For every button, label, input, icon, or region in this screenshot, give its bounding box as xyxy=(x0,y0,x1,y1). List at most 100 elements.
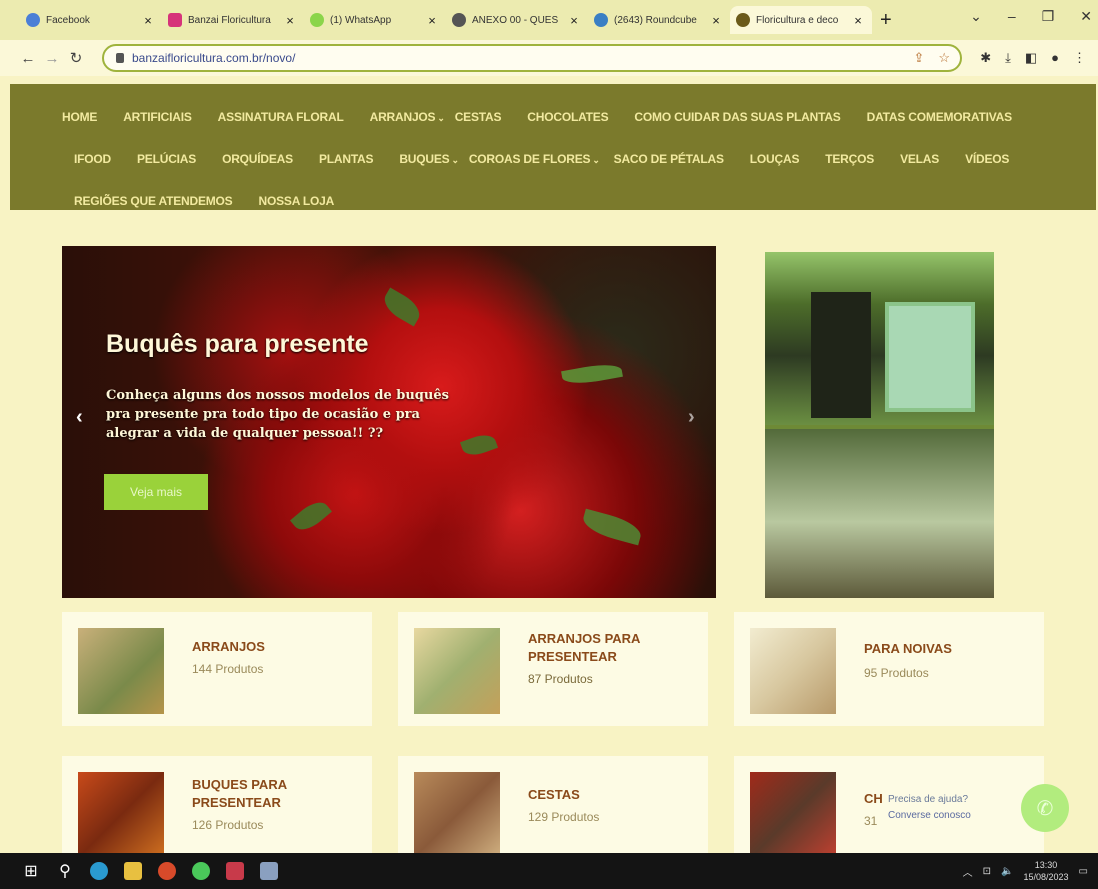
category-count: 87 Produtos xyxy=(528,672,593,686)
menu-item-ifood[interactable]: IFOOD xyxy=(74,152,111,166)
category-image[interactable] xyxy=(414,772,500,858)
help-widget[interactable]: Precisa de ajuda? Converse conosco xyxy=(888,792,971,824)
menu-item-como-cuidar[interactable]: COMO CUIDAR DAS SUAS PLANTAS xyxy=(634,110,840,124)
close-tab-icon[interactable]: × xyxy=(708,13,724,28)
menu-item-regioes[interactable]: REGIÕES QUE ATENDEMOS xyxy=(74,194,233,208)
browser-tab[interactable]: ANEXO 00 - QUES × xyxy=(446,6,588,34)
help-action[interactable]: Converse conosco xyxy=(888,808,971,824)
instagram-favicon-icon xyxy=(168,13,182,27)
category-image[interactable] xyxy=(750,772,836,858)
slider-prev-arrow[interactable]: ‹ xyxy=(76,406,83,429)
edge-icon[interactable] xyxy=(82,853,116,889)
facebook-favicon-icon xyxy=(26,13,40,27)
lock-icon[interactable] xyxy=(116,53,124,63)
sidebar-icon[interactable]: ◧ xyxy=(1025,50,1037,66)
menu-item-saco-de-petalas[interactable]: SACO DE PÉTALAS xyxy=(614,152,724,166)
notifications-icon[interactable]: ▭ xyxy=(1079,866,1088,877)
network-icon[interactable]: ⊡ xyxy=(983,866,991,877)
download-icon[interactable]: ⤓ xyxy=(1005,50,1011,66)
category-card[interactable]: ARRANJOS 144 Produtos xyxy=(62,612,372,726)
browser-tab[interactable]: (1) WhatsApp × xyxy=(304,6,446,34)
menu-item-coroas-de-flores[interactable]: COROAS DE FLORES ⌄ xyxy=(469,152,600,166)
menu-row: HOME ARTIFICIAIS ASSINATURA FLORAL ARRAN… xyxy=(62,96,1096,138)
category-image[interactable] xyxy=(414,628,500,714)
menu-item-cestas[interactable]: CESTAS xyxy=(455,110,502,124)
tab-search-icon[interactable]: ⌄ xyxy=(970,8,982,25)
hero-cta-button[interactable]: Veja mais xyxy=(104,474,208,510)
category-image[interactable] xyxy=(78,628,164,714)
category-title[interactable]: ARRANJOS xyxy=(192,638,362,656)
menu-item-arranjos[interactable]: ARRANJOS ⌄ xyxy=(370,110,445,124)
browser-tab-active[interactable]: Floricultura e deco × xyxy=(730,6,872,34)
browser-tab[interactable]: (2643) Roundcube × xyxy=(588,6,730,34)
clock-date: 15/08/2023 xyxy=(1023,872,1069,882)
word-icon[interactable] xyxy=(252,853,286,889)
category-card[interactable]: ARRANJOS PARA PRESENTEAR 87 Produtos xyxy=(398,612,708,726)
menu-kebab-icon[interactable]: ⋮ xyxy=(1073,50,1086,66)
close-tab-icon[interactable]: × xyxy=(424,13,440,28)
chevron-up-icon[interactable]: ︿ xyxy=(963,864,973,879)
restore-button[interactable]: ❐ xyxy=(1042,8,1055,25)
category-title[interactable]: BUQUES PARA PRESENTEAR xyxy=(192,776,362,812)
category-card[interactable]: BUQUES PARA PRESENTEAR 126 Produtos xyxy=(62,756,372,858)
browser-tab[interactable]: Banzai Floricultura × xyxy=(162,6,304,34)
category-image[interactable] xyxy=(750,628,836,714)
browser-tab[interactable]: Facebook × xyxy=(20,6,162,34)
menu-item-videos[interactable]: VÍDEOS xyxy=(965,152,1009,166)
bookmark-star-icon[interactable]: ☆ xyxy=(938,50,950,66)
minimize-button[interactable]: – xyxy=(1008,8,1016,25)
chevron-down-icon: ⌄ xyxy=(437,113,445,123)
clock[interactable]: 13:30 15/08/2023 xyxy=(1024,859,1069,883)
back-button[interactable]: ← xyxy=(16,50,40,67)
menu-item-home[interactable]: HOME xyxy=(62,110,97,124)
search-icon[interactable]: ⚲ xyxy=(48,853,82,889)
hero-text: Conheça alguns dos nossos modelos de buq… xyxy=(106,388,449,441)
new-tab-button[interactable]: + xyxy=(880,9,892,32)
menu-item-artificiais[interactable]: ARTIFICIAIS xyxy=(123,110,192,124)
slider-next-arrow[interactable]: › xyxy=(688,406,695,429)
menu-item-buques[interactable]: BUQUES ⌄ xyxy=(399,152,459,166)
category-image[interactable] xyxy=(78,772,164,858)
whatsapp-icon: ✆ xyxy=(1036,797,1054,820)
close-window-button[interactable]: ✕ xyxy=(1080,8,1092,25)
menu-item-chocolates[interactable]: CHOCOLATES xyxy=(527,110,608,124)
volume-icon[interactable]: 🔈 xyxy=(1001,866,1013,877)
chrome-icon[interactable] xyxy=(150,853,184,889)
category-title[interactable]: PARA NOIVAS xyxy=(864,640,1034,658)
category-title[interactable]: CESTAS xyxy=(528,786,698,804)
file-explorer-icon[interactable] xyxy=(116,853,150,889)
reload-button[interactable]: ↻ xyxy=(64,49,88,67)
site-menu: HOME ARTIFICIAIS ASSINATURA FLORAL ARRAN… xyxy=(10,84,1096,210)
extensions-icon[interactable]: ✱ xyxy=(980,50,991,66)
menu-item-velas[interactable]: VELAS xyxy=(900,152,939,166)
tab-title: Banzai Floricultura xyxy=(188,14,271,26)
address-bar[interactable]: banzaifloricultura.com.br/novo/ ⇪ ☆ xyxy=(102,44,962,72)
menu-item-datas-comemorativas[interactable]: DATAS COMEMORATIVAS xyxy=(867,110,1013,124)
menu-item-label: BUQUES xyxy=(399,152,450,166)
category-card[interactable]: CESTAS 129 Produtos xyxy=(398,756,708,858)
whatsapp-chat-button[interactable]: ✆ xyxy=(1021,784,1069,832)
close-tab-icon[interactable]: × xyxy=(566,13,582,28)
hero-slider: ‹ › Buquês para presente Conheça alguns … xyxy=(62,246,716,598)
close-tab-icon[interactable]: × xyxy=(140,13,156,28)
app-taskbar-icon[interactable] xyxy=(218,853,252,889)
menu-item-plantas[interactable]: PLANTAS xyxy=(319,152,374,166)
category-title[interactable]: ARRANJOS PARA PRESENTEAR xyxy=(528,630,698,666)
windows-start-icon[interactable]: ⊞ xyxy=(14,853,48,889)
category-card[interactable]: PARA NOIVAS 95 Produtos xyxy=(734,612,1044,726)
menu-item-loucas[interactable]: LOUÇAS xyxy=(750,152,800,166)
share-icon[interactable]: ⇪ xyxy=(913,50,924,66)
forward-button[interactable]: → xyxy=(40,50,64,67)
menu-item-nossa-loja[interactable]: NOSSA LOJA xyxy=(259,194,335,208)
store-photos xyxy=(765,252,994,598)
tab-title: Facebook xyxy=(46,14,90,26)
menu-item-pelucias[interactable]: PELÚCIAS xyxy=(137,152,196,166)
menu-item-tercos[interactable]: TERÇOS xyxy=(825,152,874,166)
menu-item-orquideas[interactable]: ORQUÍDEAS xyxy=(222,152,293,166)
profile-icon[interactable]: ● xyxy=(1051,50,1059,66)
whatsapp-taskbar-icon[interactable] xyxy=(184,853,218,889)
close-tab-icon[interactable]: × xyxy=(850,13,866,28)
close-tab-icon[interactable]: × xyxy=(282,13,298,28)
url-text[interactable]: banzaifloricultura.com.br/novo/ xyxy=(132,51,295,65)
menu-item-assinatura-floral[interactable]: ASSINATURA FLORAL xyxy=(218,110,344,124)
